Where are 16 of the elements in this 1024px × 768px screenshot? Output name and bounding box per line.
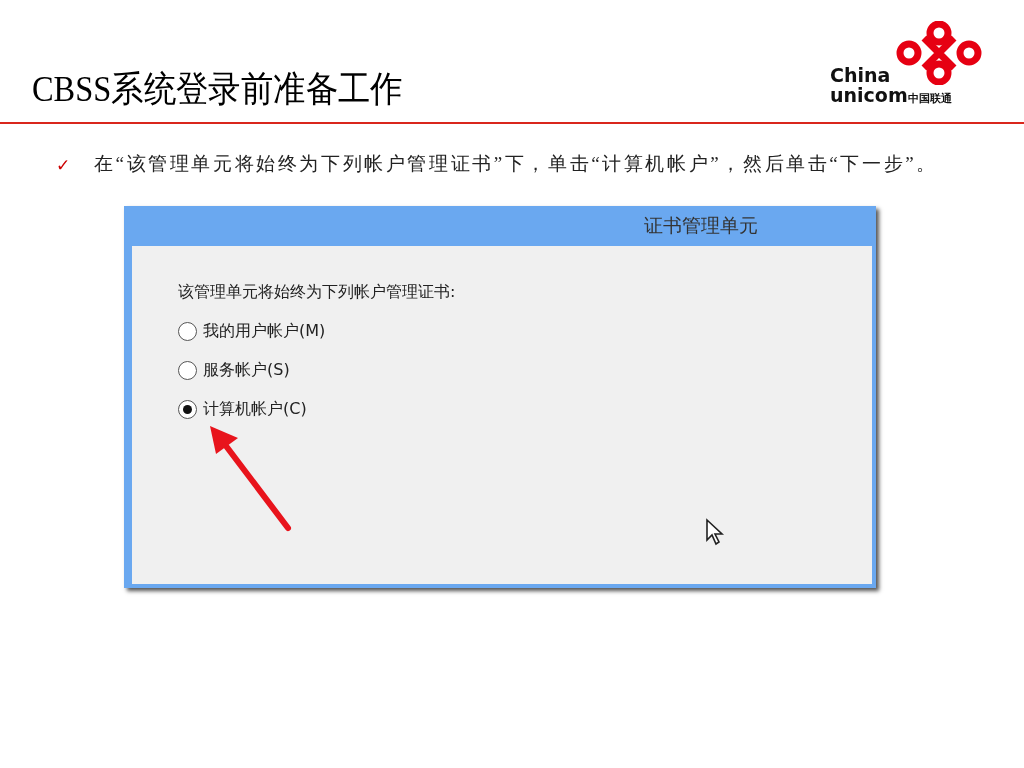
instruction-text: 在“该管理单元将始终为下列帐户管理证书”下，单击“计算机帐户”，然后单击“下一步”。 bbox=[94, 152, 939, 176]
logo-text: 中国联通 bbox=[907, 92, 952, 106]
knot-logo-icon bbox=[894, 21, 984, 85]
logo-text: China bbox=[830, 66, 892, 85]
prompt-text: 该管理单元将始终为下列帐户管理证书: bbox=[178, 282, 457, 303]
dialog-title: 证书管理单元 bbox=[644, 213, 758, 238]
radio-button[interactable] bbox=[178, 322, 197, 341]
logo-text: unicom bbox=[830, 85, 908, 105]
slide-title: CBSS系统登录前准备工作 bbox=[32, 68, 403, 111]
option-label[interactable]: 服务帐户(S) bbox=[203, 360, 290, 381]
radio-button[interactable] bbox=[178, 400, 197, 419]
cursor-icon bbox=[705, 518, 725, 546]
check-mark: ✓ bbox=[56, 154, 72, 177]
option-label[interactable]: 我的用户帐户(M) bbox=[203, 321, 326, 342]
radio-button[interactable] bbox=[178, 361, 197, 380]
option-label[interactable]: 计算机帐户(C) bbox=[203, 399, 307, 420]
